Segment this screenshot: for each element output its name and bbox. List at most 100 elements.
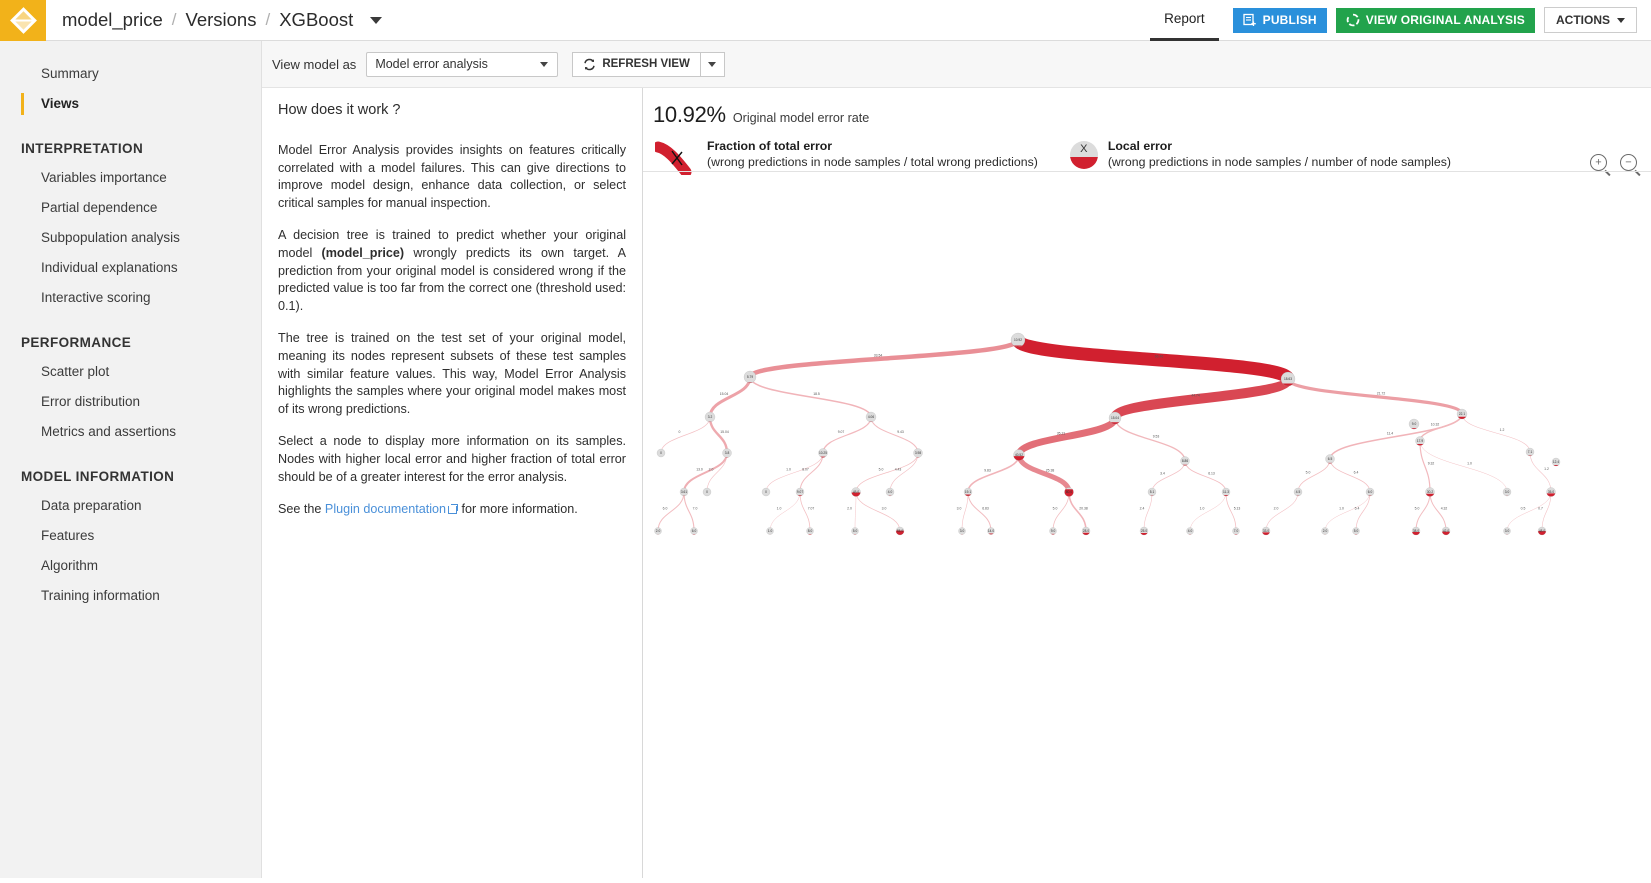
tree-node[interactable]: 3.98 [914, 449, 923, 458]
tree-node[interactable]: 19.1 [964, 488, 972, 496]
actions-button[interactable]: ACTIONS [1544, 7, 1637, 33]
tree-node[interactable]: 3.0 [1504, 528, 1511, 535]
tree-edge-label: 18.5 [813, 392, 820, 396]
tree-node[interactable]: 55.0 [896, 527, 904, 535]
tree-node[interactable]: 5.79 [744, 371, 756, 383]
tree-node[interactable]: 48.0 [1538, 527, 1546, 535]
zoom-out-icon[interactable]: − [1620, 154, 1637, 171]
tree-node[interactable]: 2.0 [655, 528, 662, 535]
tree-node[interactable]: 3.2 [705, 412, 715, 422]
view-model-as-select[interactable]: Model error analysis [366, 52, 558, 77]
sidebar-item-data-preparation[interactable]: Data preparation [0, 491, 261, 521]
tree-node[interactable]: 6.0 [691, 528, 698, 535]
tree-edge [1019, 455, 1069, 492]
tree-node[interactable]: 3.0 [959, 528, 966, 535]
sidebar-item-scatter-plot[interactable]: Scatter plot [0, 357, 261, 387]
tree-node[interactable]: 38.0 [1412, 527, 1420, 535]
tree-node[interactable]: 8.86 [1181, 457, 1190, 466]
tree-node[interactable]: 6.0 [1366, 488, 1374, 496]
tree-node[interactable]: 0 [657, 449, 665, 457]
tree-node[interactable]: 25.0 [1140, 527, 1148, 535]
breadcrumb-version[interactable]: XGBoost [279, 9, 353, 31]
tree-node[interactable]: 5.1 [1148, 488, 1156, 496]
tree-node-label: 8.0 [808, 529, 813, 533]
decision-tree-svg[interactable]: 33.5466.4615.0418.544.7421.72015.049.079… [643, 172, 1651, 878]
dataiku-diamond-logo[interactable] [0, 0, 46, 41]
tree-edge-label: 44.74 [1191, 394, 1200, 398]
legend-fraction-of-total-error: Fraction of total error (wrong predictio… [655, 139, 1038, 175]
tree-node[interactable]: 42.0 [1442, 527, 1450, 535]
tree-node[interactable]: 80.0 [1065, 488, 1074, 497]
sidebar-item-subpopulation-analysis[interactable]: Subpopulation analysis [0, 223, 261, 253]
sidebar-item-partial-dependence[interactable]: Partial dependence [0, 193, 261, 223]
tree-node[interactable]: 7.1 [1526, 448, 1534, 456]
tree-node[interactable]: 4.06 [866, 412, 876, 422]
tree-edge [1530, 452, 1551, 492]
sidebar-item-interactive-scoring[interactable]: Interactive scoring [0, 283, 261, 313]
sidebar-item-metrics-and-assertions[interactable]: Metrics and assertions [0, 417, 261, 447]
tree-node[interactable]: 5.0 [1353, 528, 1360, 535]
tree-node[interactable]: 3.0 [1503, 488, 1511, 496]
error-analysis-tree-panel: 10.92% Original model error rate Fractio… [643, 88, 1651, 878]
tree-node[interactable]: 28.0 [1082, 527, 1090, 535]
tree-node[interactable]: 9.07 [796, 488, 804, 496]
info-paragraph-4: Select a node to display more informatio… [278, 433, 626, 486]
tree-node[interactable]: 14.0 [988, 528, 995, 535]
tree-node[interactable]: 17.9 [1416, 437, 1425, 446]
tree-node[interactable]: 22.1 [1457, 409, 1467, 419]
breadcrumb-versions[interactable]: Versions [186, 9, 257, 31]
tree-node[interactable]: 4.0 [886, 488, 894, 496]
tree-node[interactable]: 3.61 [680, 488, 688, 496]
tree-node[interactable]: 33.0 [1262, 527, 1270, 535]
tree-node[interactable]: 9.0 [1409, 419, 1419, 429]
tree-node[interactable]: 4.0 [1187, 528, 1194, 535]
tree-node-label: 14.0 [988, 529, 994, 533]
tree-node[interactable]: 8.0 [807, 528, 814, 535]
tree-node[interactable]: 45.0 [852, 488, 861, 497]
tree-node[interactable]: 12.4 [1552, 458, 1560, 466]
refresh-view-button[interactable]: REFRESH VIEW [572, 52, 701, 77]
model-name-emphasis: (model_price) [322, 246, 405, 260]
tree-node[interactable]: 2.0 [1322, 528, 1329, 535]
tree-edge [855, 492, 856, 531]
tree-node[interactable]: 40.52 [1014, 450, 1025, 461]
plugin-documentation-link[interactable]: Plugin documentation [325, 502, 446, 516]
tree-edge-label: 9.07 [838, 430, 845, 434]
tree-node[interactable]: 35.0 [1547, 488, 1556, 497]
tree-node[interactable]: 7.0 [1233, 528, 1240, 535]
tree-node[interactable]: 15.04 [1109, 412, 1121, 424]
tree-node-label: 6.5 [1328, 457, 1333, 461]
view-original-analysis-button[interactable]: VIEW ORIGINAL ANALYSIS [1336, 8, 1535, 33]
tree-node[interactable]: 0 [762, 488, 770, 496]
sidebar-item-algorithm[interactable]: Algorithm [0, 551, 261, 581]
tree-node[interactable]: 11.3 [1222, 488, 1230, 496]
tree-node-label: 80.0 [1066, 490, 1072, 494]
tree-node[interactable]: 30.2 [1426, 488, 1435, 497]
tree-node[interactable]: 0 [703, 488, 711, 496]
tree-node[interactable]: 18.63 [1281, 372, 1295, 386]
tree-node[interactable]: 10.92 [1011, 333, 1025, 347]
zoom-in-icon[interactable]: + [1590, 154, 1607, 171]
tree-node[interactable]: 6.5 [1326, 455, 1335, 464]
tree-node[interactable]: 10.25 [819, 449, 828, 458]
sidebar-item-summary[interactable]: Summary [0, 59, 261, 89]
chevron-down-icon[interactable] [370, 17, 382, 24]
sidebar-item-variables-importance[interactable]: Variables importance [0, 163, 261, 193]
sidebar-item-individual-explanations[interactable]: Individual explanations [0, 253, 261, 283]
refresh-view-options-button[interactable] [701, 52, 725, 77]
tree-edge [684, 453, 727, 492]
sidebar-item-views[interactable]: Views [0, 89, 261, 119]
tree-node[interactable]: 1.0 [767, 528, 774, 535]
decision-tree-canvas[interactable]: 33.5466.4615.0418.544.7421.72015.049.079… [643, 172, 1651, 878]
sidebar-item-features[interactable]: Features [0, 521, 261, 551]
breadcrumb-project[interactable]: model_price [62, 9, 163, 31]
tree-node[interactable]: 5.0 [852, 528, 859, 535]
tree-node[interactable]: 4.5 [1294, 488, 1302, 496]
tree-node[interactable]: 9.0 [1050, 528, 1057, 535]
info-paragraph-3: The tree is trained on the test set of y… [278, 330, 626, 418]
tab-report[interactable]: Report [1150, 0, 1219, 41]
sidebar-item-error-distribution[interactable]: Error distribution [0, 387, 261, 417]
publish-button[interactable]: PUBLISH [1233, 8, 1327, 33]
sidebar-item-training-information[interactable]: Training information [0, 581, 261, 611]
tree-node[interactable]: 3.8 [723, 449, 732, 458]
